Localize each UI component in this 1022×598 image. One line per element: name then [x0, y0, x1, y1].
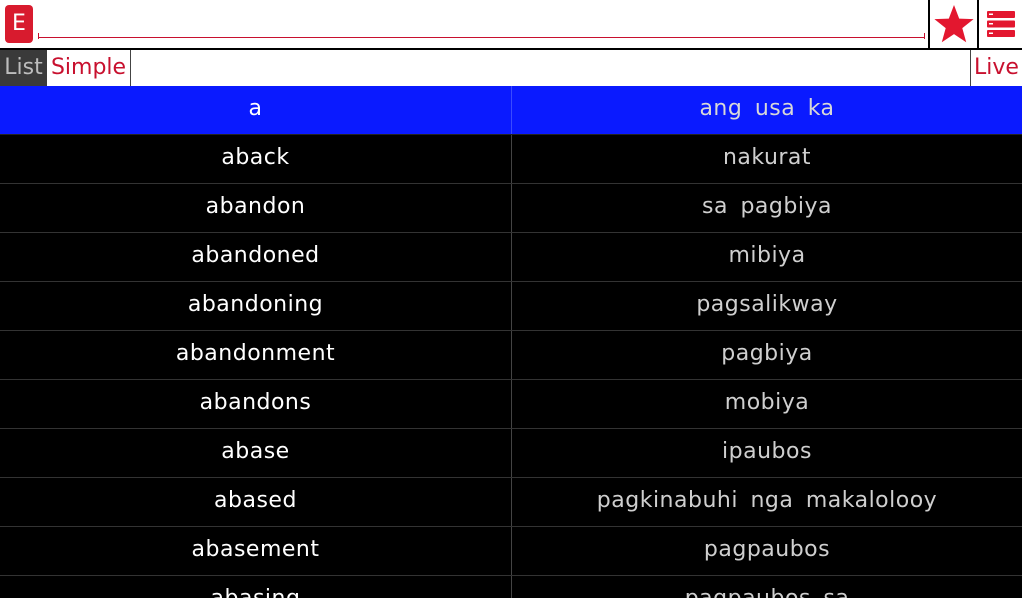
word-english: abased: [0, 478, 512, 526]
search-underline-right-tick: [924, 33, 925, 39]
language-toggle-button[interactable]: E: [5, 5, 33, 43]
word-translation: ipaubos: [722, 439, 812, 464]
word-english: abandoned: [0, 233, 512, 281]
word-english: abandonment: [0, 331, 512, 379]
dictionary-app: E List Simple Live a ang usa ka aback na…: [0, 0, 1022, 598]
favorites-button[interactable]: [930, 0, 977, 48]
word-english: abasing: [0, 576, 512, 598]
word-row[interactable]: abandons mobiya: [0, 380, 1022, 429]
word-row[interactable]: abase ipaubos: [0, 429, 1022, 478]
tab-live[interactable]: Live: [970, 50, 1022, 86]
word-translation: pagpaubos sa: [512, 576, 1022, 598]
word-english: abandon: [0, 184, 512, 232]
tab-bar: List Simple Live: [0, 50, 1022, 86]
tab-list[interactable]: List: [0, 50, 47, 86]
star-icon: [933, 5, 974, 43]
word-translation: ang usa ka: [699, 96, 835, 121]
word-translation: pagkinabuhi nga makalolooy: [596, 488, 938, 513]
word-english: abandons: [0, 380, 512, 428]
word-row[interactable]: abandoning pagsalikway: [0, 282, 1022, 331]
menu-list-icon: [986, 11, 1015, 37]
word-english: abasement: [0, 527, 512, 575]
tab-simple[interactable]: Simple: [47, 50, 131, 86]
word-row[interactable]: abandoned mibiya: [0, 233, 1022, 282]
top-bar: E: [0, 0, 1022, 48]
word-translation: nakurat: [722, 145, 812, 170]
word-translation: pagbiya: [721, 341, 813, 366]
word-english: abandoning: [0, 282, 512, 330]
menu-button[interactable]: [979, 0, 1022, 48]
word-row-selected[interactable]: a ang usa ka: [0, 86, 1022, 135]
word-row[interactable]: abasing pagpaubos sa: [0, 576, 1022, 598]
word-translation: mobiya: [724, 390, 810, 415]
word-english: a: [0, 86, 512, 134]
word-translation: mibiya: [728, 243, 806, 268]
word-translation: pagsalikway: [696, 292, 838, 317]
word-row[interactable]: abasement pagpaubos: [0, 527, 1022, 576]
search-underline-left-tick: [38, 33, 39, 39]
word-row[interactable]: abandonment pagbiya: [0, 331, 1022, 380]
word-row[interactable]: aback nakurat: [0, 135, 1022, 184]
word-list[interactable]: a ang usa ka aback nakurat abandon sa pa…: [0, 86, 1022, 598]
word-row[interactable]: abandon sa pagbiya: [0, 184, 1022, 233]
word-row[interactable]: abased pagkinabuhi nga makalolooy: [0, 478, 1022, 527]
word-english: abase: [0, 429, 512, 477]
search-input[interactable]: [38, 4, 924, 38]
word-english: aback: [0, 135, 512, 183]
word-translation: pagpaubos: [703, 537, 831, 562]
word-translation: sa pagbiya: [702, 194, 832, 219]
